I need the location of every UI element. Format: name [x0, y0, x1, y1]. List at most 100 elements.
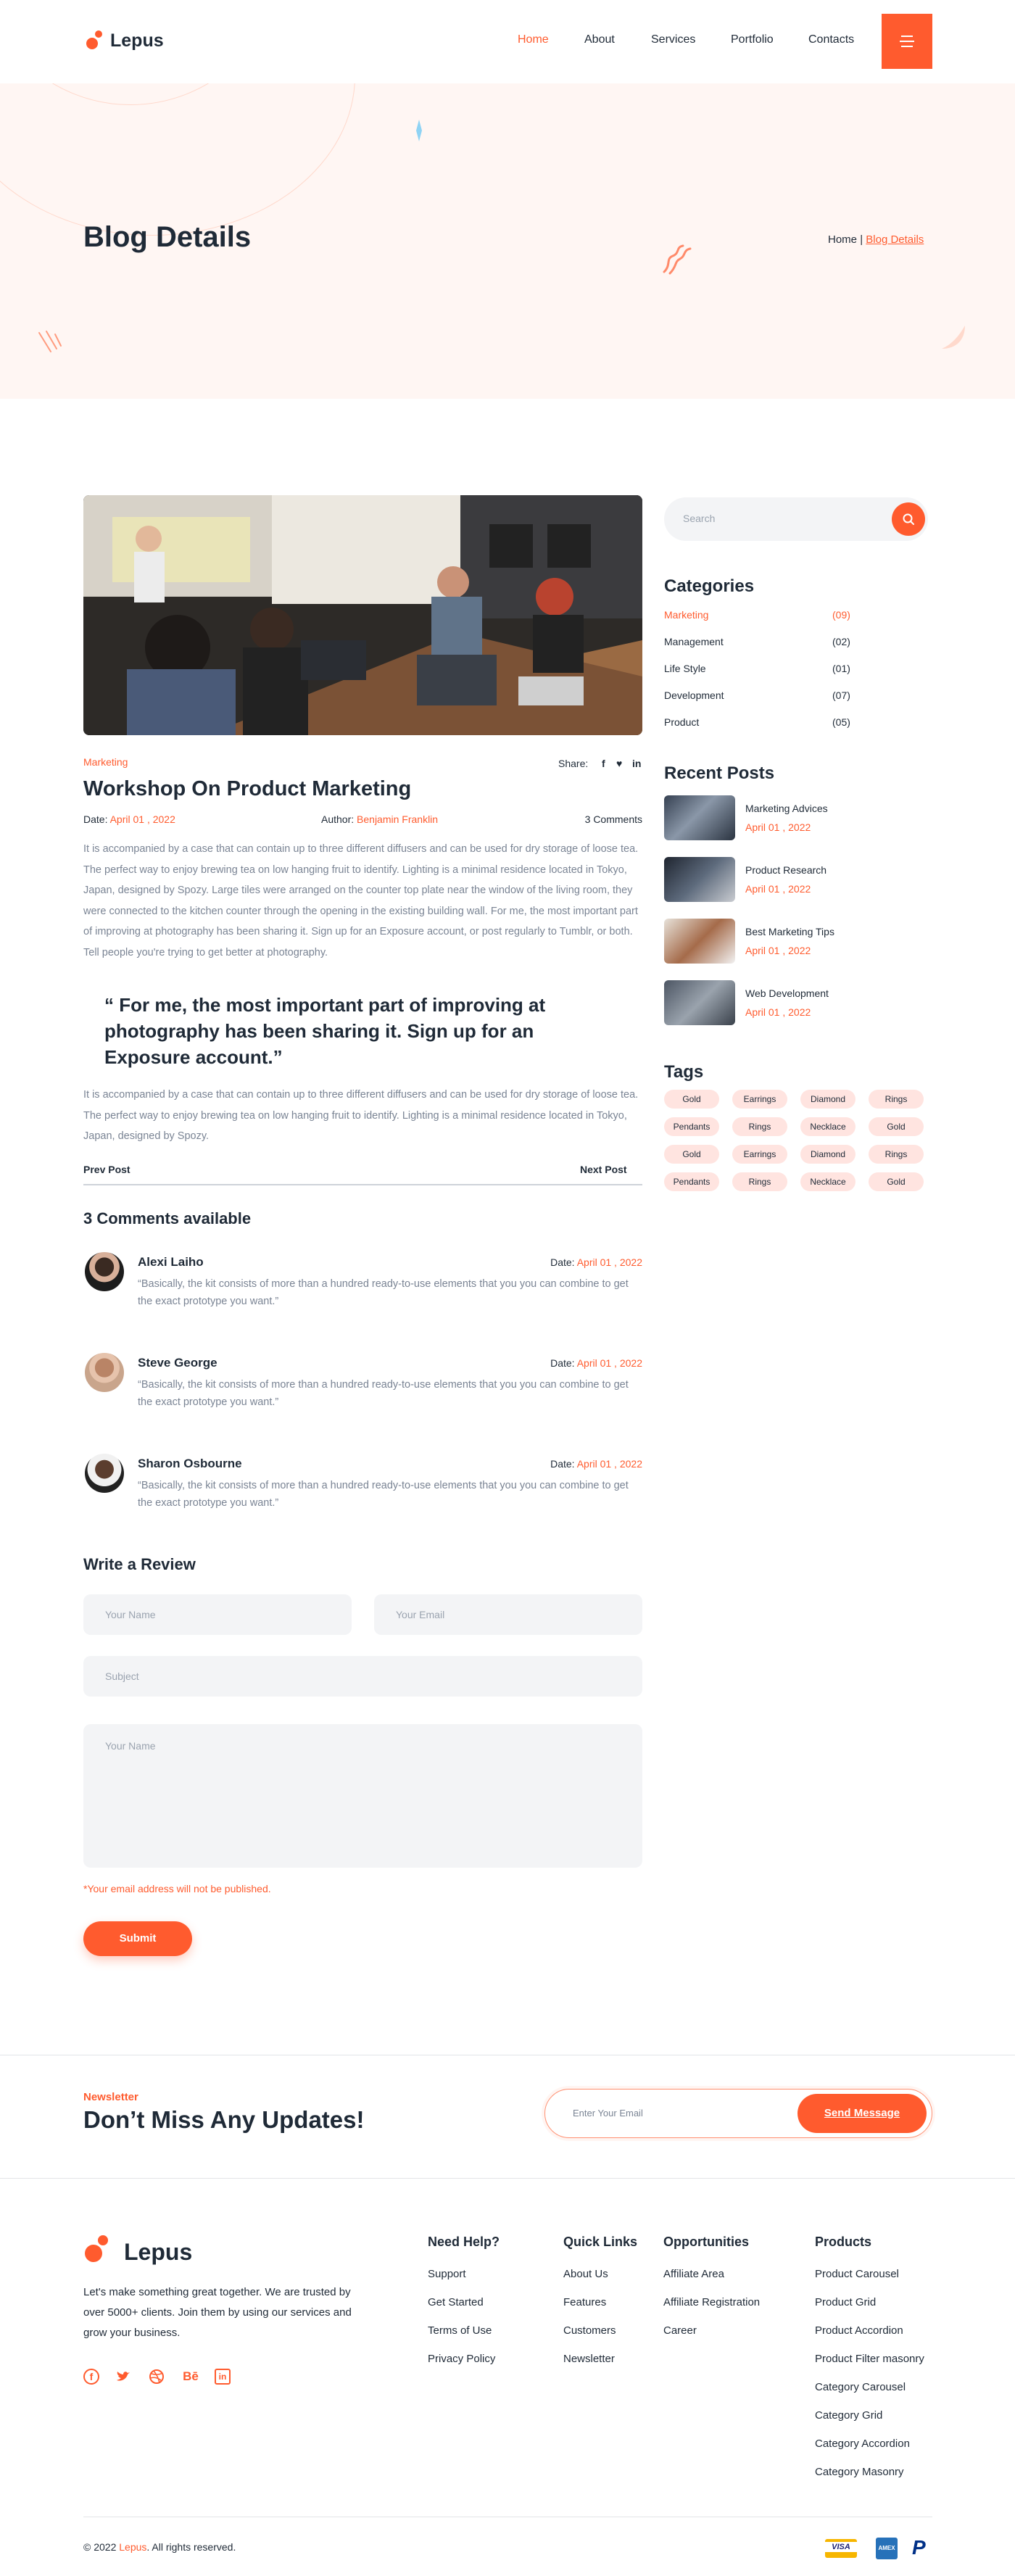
- search-button[interactable]: [892, 502, 925, 536]
- footer-link[interactable]: Product Grid: [815, 2296, 876, 2308]
- logo-mark-dot: [95, 30, 102, 38]
- footer-link[interactable]: Features: [563, 2296, 606, 2308]
- comment-text: “Basically, the kit consists of more tha…: [138, 1379, 629, 1408]
- footer-link[interactable]: Privacy Policy: [428, 2353, 495, 2365]
- tag[interactable]: Gold: [664, 1090, 719, 1109]
- footer-link[interactable]: Category Accordion: [815, 2438, 910, 2450]
- breadcrumb-current[interactable]: Blog Details: [866, 233, 924, 246]
- footer-link[interactable]: Category Masonry: [815, 2466, 904, 2478]
- site-header: Lepus Home About Services Portfolio Cont…: [0, 0, 1015, 83]
- footer-link[interactable]: Product Carousel: [815, 2268, 899, 2280]
- comment: Alexi Laiho Date: April 01 , 2022 “Basic…: [83, 1252, 642, 1317]
- comment-date-label: Date:: [550, 1357, 575, 1369]
- category-management[interactable]: Management: [664, 636, 724, 647]
- menu-button[interactable]: [882, 14, 932, 69]
- tag[interactable]: Pendants: [664, 1172, 719, 1191]
- footer-link[interactable]: Customers: [563, 2324, 616, 2337]
- nav-portfolio[interactable]: Portfolio: [731, 33, 774, 46]
- facebook-icon[interactable]: f: [83, 2369, 99, 2385]
- post-quote: “ For me, the most important part of imp…: [104, 994, 546, 1068]
- footer-logo[interactable]: Lepus: [83, 2233, 199, 2269]
- recent-post[interactable]: Best Marketing Tips April 01 , 2022: [664, 919, 928, 965]
- footer-logo-text: Lepus: [124, 2239, 193, 2265]
- post-author[interactable]: Benjamin Franklin: [357, 813, 438, 825]
- newsletter-email-input[interactable]: Enter Your Email: [573, 2108, 643, 2119]
- footer-link[interactable]: Support: [428, 2268, 466, 2280]
- tag[interactable]: Rings: [869, 1090, 924, 1109]
- recent-post[interactable]: Marketing Advices April 01 , 2022: [664, 795, 928, 842]
- category-life-style[interactable]: Life Style: [664, 663, 706, 674]
- footer-link[interactable]: Get Started: [428, 2296, 484, 2308]
- nav-about[interactable]: About: [584, 33, 615, 46]
- twitter-icon[interactable]: [115, 2369, 131, 2385]
- comment-date-label: Date:: [550, 1458, 575, 1470]
- tag[interactable]: Necklace: [800, 1117, 856, 1136]
- subject-field[interactable]: Subject: [83, 1656, 642, 1697]
- footer-link[interactable]: Category Grid: [815, 2409, 882, 2422]
- linkedin-icon[interactable]: in: [632, 758, 641, 769]
- footer-col-title: Need Help?: [428, 2235, 500, 2249]
- recent-post-date: April 01 , 2022: [745, 945, 811, 956]
- footer-link[interactable]: Newsletter: [563, 2353, 615, 2365]
- post-title: Workshop On Product Marketing: [83, 777, 412, 800]
- submit-button[interactable]: Submit: [83, 1921, 192, 1956]
- avatar: [85, 1252, 124, 1291]
- search-input[interactable]: Search: [683, 513, 715, 524]
- nav-contacts[interactable]: Contacts: [808, 33, 854, 46]
- send-message-button[interactable]: Send Message: [798, 2094, 927, 2133]
- category-product[interactable]: Product: [664, 716, 699, 728]
- recent-post-date: April 01 , 2022: [745, 821, 811, 833]
- nav-services[interactable]: Services: [651, 33, 695, 46]
- tag[interactable]: Earrings: [732, 1145, 787, 1164]
- footer-link[interactable]: Affiliate Area: [663, 2268, 724, 2280]
- category-marketing[interactable]: Marketing: [664, 609, 708, 621]
- footer-link[interactable]: Product Accordion: [815, 2324, 903, 2337]
- message-field[interactable]: Your Name: [83, 1724, 642, 1868]
- tag[interactable]: Diamond: [800, 1090, 856, 1109]
- facebook-icon[interactable]: f: [602, 758, 605, 769]
- tag[interactable]: Gold: [869, 1172, 924, 1191]
- logo[interactable]: Lepus: [83, 28, 170, 54]
- tag[interactable]: Rings: [732, 1172, 787, 1191]
- post-body-2: It is accompanied by a case that can con…: [83, 1089, 639, 1142]
- paypal-icon: P: [912, 2536, 926, 2559]
- tag[interactable]: Necklace: [800, 1172, 856, 1191]
- tag[interactable]: Rings: [732, 1117, 787, 1136]
- recent-post[interactable]: Web Development April 01 , 2022: [664, 980, 928, 1027]
- linkedin-icon[interactable]: in: [215, 2369, 231, 2385]
- copyright-brand[interactable]: Lepus: [119, 2541, 146, 2553]
- footer-link[interactable]: Category Carousel: [815, 2381, 906, 2393]
- post-date: April 01 , 2022: [109, 813, 175, 825]
- nav-home[interactable]: Home: [518, 33, 549, 46]
- tag[interactable]: Diamond: [800, 1145, 856, 1164]
- footer-col-title: Opportunities: [663, 2235, 749, 2249]
- footer-col-title: Products: [815, 2235, 872, 2249]
- review-heading: Write a Review: [83, 1555, 196, 1573]
- footer-link[interactable]: Career: [663, 2324, 697, 2337]
- email-field[interactable]: Your Email: [374, 1594, 642, 1635]
- tag[interactable]: Pendants: [664, 1117, 719, 1136]
- recent-post[interactable]: Product Research April 01 , 2022: [664, 857, 928, 903]
- comments-count[interactable]: 3 Comments: [585, 813, 642, 825]
- breadcrumb-home[interactable]: Home: [828, 233, 857, 246]
- category-development[interactable]: Development: [664, 689, 724, 701]
- prev-post-link[interactable]: Prev Post: [83, 1164, 130, 1175]
- newsletter-divider-bottom: [0, 2178, 1015, 2179]
- name-field[interactable]: Your Name: [83, 1594, 352, 1635]
- twitter-icon[interactable]: ♥: [616, 758, 622, 769]
- post-category[interactable]: Marketing: [83, 756, 128, 768]
- page-title: Blog Details: [83, 221, 252, 253]
- search-box[interactable]: Search: [664, 497, 928, 541]
- tag[interactable]: Rings: [869, 1145, 924, 1164]
- footer-link[interactable]: Product Filter masonry: [815, 2353, 924, 2365]
- tag[interactable]: Gold: [664, 1145, 719, 1164]
- footer-link[interactable]: Terms of Use: [428, 2324, 492, 2337]
- tag[interactable]: Gold: [869, 1117, 924, 1136]
- dribbble-icon[interactable]: [149, 2369, 165, 2385]
- tag-cloud: Gold Earrings Diamond Rings Pendants Rin…: [664, 1090, 928, 1198]
- tag[interactable]: Earrings: [732, 1090, 787, 1109]
- footer-link[interactable]: About Us: [563, 2268, 608, 2280]
- next-post-link[interactable]: Next Post: [580, 1164, 627, 1175]
- footer-link[interactable]: Affiliate Registration: [663, 2296, 760, 2308]
- behance-icon[interactable]: Bē: [180, 2369, 202, 2385]
